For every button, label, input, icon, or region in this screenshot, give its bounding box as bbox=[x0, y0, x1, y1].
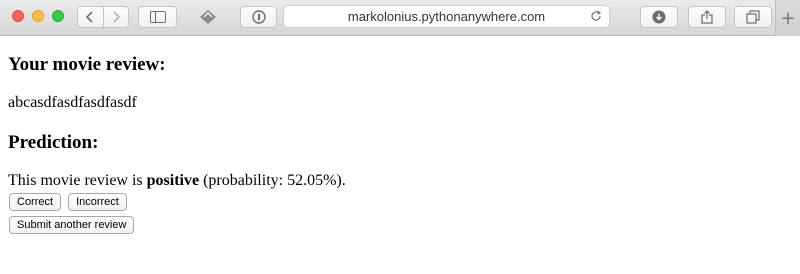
back-button[interactable] bbox=[78, 7, 103, 27]
sidebar-icon bbox=[149, 11, 166, 23]
browser-toolbar: markolonius.pythonanywhere.com + bbox=[0, 0, 800, 36]
feedback-buttons: Correct Incorrect bbox=[9, 193, 127, 211]
incorrect-button[interactable]: Incorrect bbox=[68, 193, 127, 211]
submit-another-review-button[interactable]: Submit another review bbox=[9, 216, 135, 234]
new-tab-button[interactable]: + bbox=[775, 0, 800, 36]
extension-button[interactable] bbox=[193, 6, 223, 28]
maximize-window-button[interactable] bbox=[52, 10, 64, 22]
tabs-overview-button[interactable] bbox=[734, 6, 772, 28]
chevron-right-icon bbox=[113, 11, 120, 23]
result-probability: (probability: 52.05%). bbox=[199, 172, 346, 189]
share-icon bbox=[701, 10, 713, 24]
share-button[interactable] bbox=[688, 6, 726, 28]
prediction-heading: Prediction: bbox=[8, 132, 99, 153]
minimize-window-button[interactable] bbox=[32, 10, 44, 22]
review-text: abcasdfasdfasdfasdf bbox=[8, 94, 137, 111]
forward-button[interactable] bbox=[102, 7, 129, 27]
sidebar-button[interactable] bbox=[138, 6, 177, 28]
nav-buttons bbox=[77, 6, 129, 28]
reload-icon[interactable] bbox=[589, 9, 603, 23]
result-label: positive bbox=[146, 172, 200, 189]
chevron-left-icon bbox=[86, 11, 93, 23]
address-bar[interactable]: markolonius.pythonanywhere.com bbox=[283, 5, 610, 28]
download-icon bbox=[652, 10, 666, 24]
tabs-icon bbox=[746, 10, 760, 24]
password-button[interactable] bbox=[240, 6, 277, 28]
url-text: markolonius.pythonanywhere.com bbox=[347, 9, 546, 24]
diamond-extension-icon bbox=[200, 10, 216, 24]
close-window-button[interactable] bbox=[12, 10, 24, 22]
key-circle-icon bbox=[251, 10, 266, 24]
prediction-result: This movie review is positive (probabili… bbox=[8, 172, 346, 190]
correct-button[interactable]: Correct bbox=[9, 193, 62, 211]
result-prefix: This movie review is bbox=[8, 172, 147, 189]
downloads-button[interactable] bbox=[640, 6, 678, 28]
plus-icon: + bbox=[780, 7, 796, 29]
review-heading: Your movie review: bbox=[8, 54, 166, 75]
